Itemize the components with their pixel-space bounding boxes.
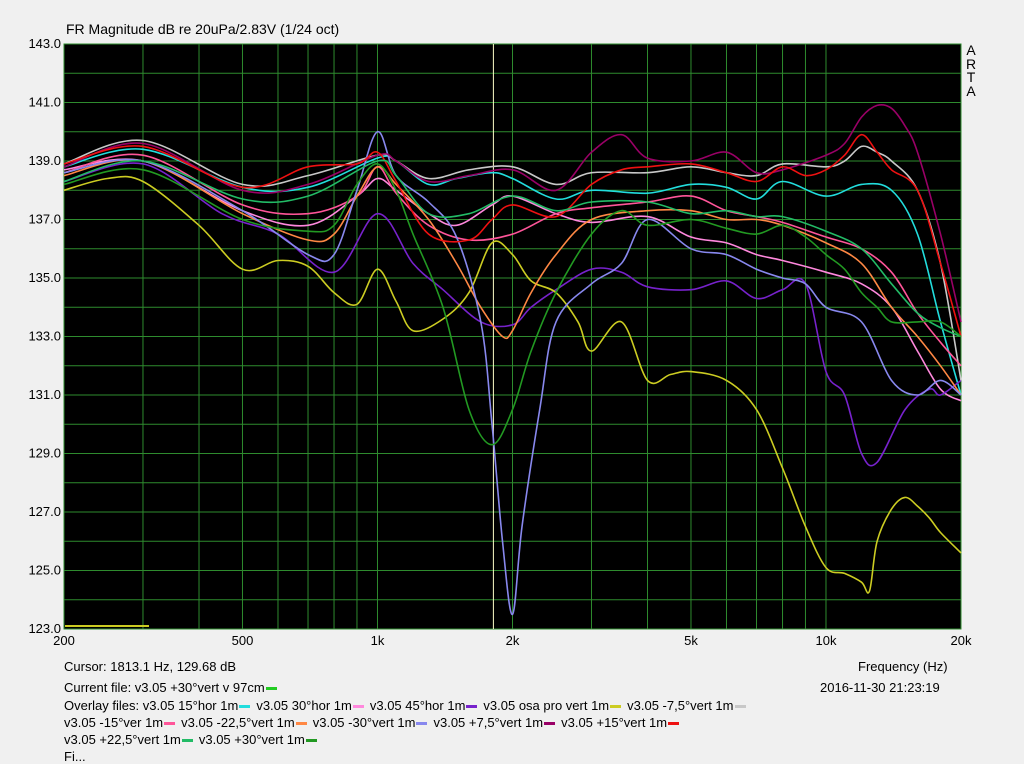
y-tick-label: 131.0 (28, 387, 61, 402)
legend-entry-label: v3.05 osa pro vert 1m (483, 698, 610, 713)
chart-title: FR Magnitude dB re 20uPa/2.83V (1/24 oct… (66, 21, 340, 37)
legend-swatch (466, 705, 478, 709)
timestamp: 2016-11-30 21:23:19 (820, 680, 940, 695)
x-tick-label: 20k (951, 633, 972, 648)
frequency-response-chart: 123.0125.0127.0129.0131.0133.0135.0137.0… (28, 36, 972, 648)
legend-entry-label: v3.05 +15°vert 1m (561, 715, 668, 730)
y-tick-label: 127.0 (28, 504, 61, 519)
overlay-prefix: Overlay files: (64, 698, 140, 713)
arta-letter: A (966, 82, 976, 99)
legend-row: v3.05 +22,5°vert 1m v3.05 +30°vert 1m (64, 732, 323, 747)
legend-entry-label: v3.05 45°hor 1m (369, 698, 466, 713)
y-tick-label: 133.0 (28, 329, 61, 344)
x-tick-label: 10k (816, 633, 837, 648)
legend-entry-label: v3.05 -30°vert 1m (312, 715, 416, 730)
y-tick-label: 139.0 (28, 153, 61, 168)
y-tick-label: 143.0 (28, 36, 61, 51)
legend-entry-label: v3.05 +7,5°vert 1m (433, 715, 544, 730)
legend-swatch (610, 705, 622, 709)
partial-footer-line: Fi... (64, 749, 86, 764)
legend-swatch (352, 705, 364, 709)
legend-entry-label: v3.05 +30°vert 1m (198, 732, 305, 747)
legend-entry-label: v3.05 30°hor 1m (256, 698, 352, 713)
x-axis-label: Frequency (Hz) (858, 659, 948, 674)
x-tick-label: 1k (371, 633, 385, 648)
legend-swatch (164, 722, 176, 726)
legend-swatch (295, 722, 307, 726)
legend-entry-label: v3.05 -15°ver 1m (64, 715, 164, 730)
x-tick-label: 2k (506, 633, 520, 648)
y-tick-labels: 123.0125.0127.0129.0131.0133.0135.0137.0… (28, 36, 61, 636)
legend-swatch (181, 739, 193, 743)
legend-swatch (544, 722, 556, 726)
legend-row: Overlay files: v3.05 15°hor 1m v3.05 30°h… (64, 698, 752, 713)
x-tick-label: 5k (684, 633, 698, 648)
x-tick-label: 200 (53, 633, 75, 648)
y-tick-label: 129.0 (28, 446, 61, 461)
y-tick-label: 137.0 (28, 212, 61, 227)
x-tick-label: 500 (232, 633, 254, 648)
legend-row: v3.05 -15°ver 1m v3.05 -22,5°vert 1m v3.05… (64, 715, 685, 730)
current-file-swatch (265, 687, 277, 691)
legend-swatch (668, 722, 680, 726)
legend-swatch (734, 705, 746, 709)
legend-swatch (416, 722, 428, 726)
arta-label: ARTA (964, 43, 978, 99)
legend-swatch (305, 739, 317, 743)
grid-lines (64, 44, 961, 629)
legend-swatch (239, 705, 251, 709)
y-tick-label: 135.0 (28, 270, 61, 285)
y-tick-label: 141.0 (28, 95, 61, 110)
current-file-line: Current file: v3.05 +30°vert v 97cm (64, 680, 283, 695)
y-tick-label: 125.0 (28, 563, 61, 578)
x-tick-labels: 200 500 1k 2k 5k 10k 20k (53, 633, 972, 648)
legend-entry-label: v3.05 -22,5°vert 1m (181, 715, 295, 730)
legend-entry-label: v3.05 -7,5°vert 1m (627, 698, 734, 713)
current-file-text: Current file: v3.05 +30°vert v 97cm (64, 680, 265, 695)
legend-entry-label: v3.05 15°hor 1m (142, 698, 239, 713)
cursor-readout: Cursor: 1813.1 Hz, 129.68 dB (64, 659, 236, 674)
legend-entry-label: v3.05 +22,5°vert 1m (64, 732, 181, 747)
